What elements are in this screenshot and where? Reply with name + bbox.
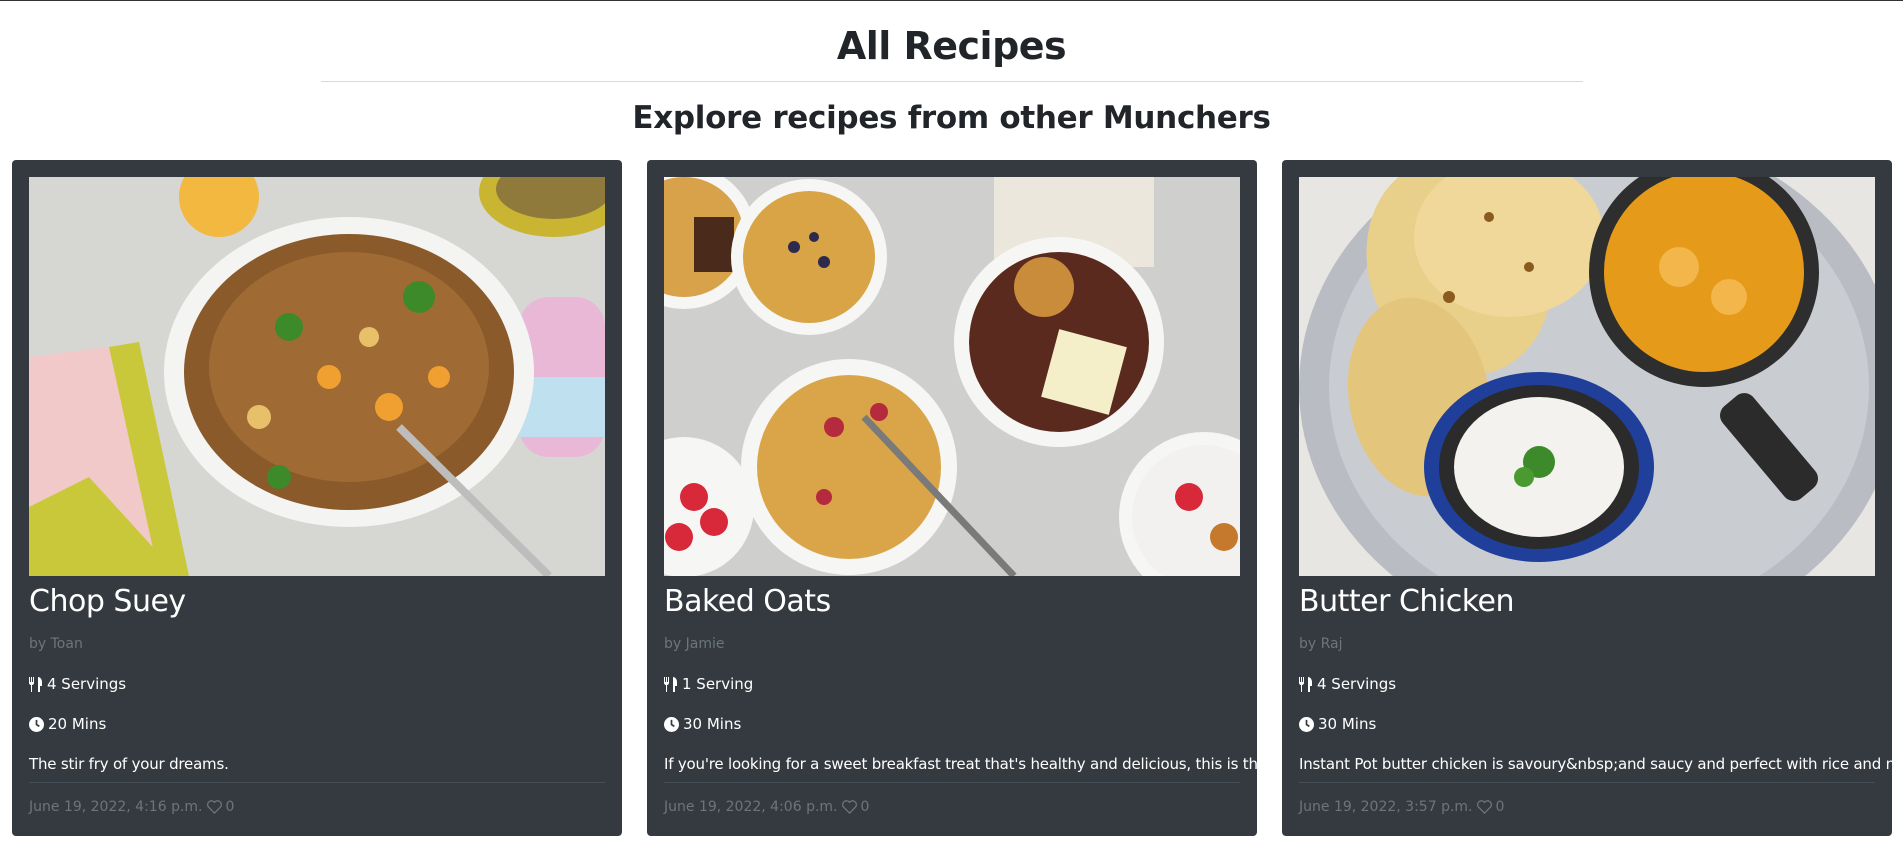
recipe-title[interactable]: Chop Suey [29, 582, 605, 622]
recipe-time: 30 Mins [1299, 714, 1875, 734]
recipe-time: 20 Mins [29, 714, 605, 734]
heart-outline-icon[interactable] [841, 800, 857, 814]
servings-label: 4 Servings [47, 675, 127, 693]
recipe-card[interactable]: Baked Oats by Jamie 1 Serving 30 Mins If… [647, 160, 1304, 836]
recipe-description: The stir fry of your dreams. [29, 755, 229, 773]
time-label: 30 Mins [683, 715, 742, 733]
utensils-icon [29, 676, 43, 692]
recipe-image[interactable] [664, 177, 1240, 576]
time-label: 30 Mins [1318, 715, 1377, 733]
heart-outline-icon[interactable] [1476, 800, 1492, 814]
clock-icon [1299, 716, 1314, 732]
recipe-servings: 4 Servings [29, 674, 605, 694]
recipe-description: If you're looking for a sweet breakfast … [664, 755, 1304, 773]
recipe-image[interactable] [1299, 177, 1875, 576]
recipe-card-list: Chop Suey by Toan 4 Servings 20 Mins The… [12, 160, 1903, 836]
recipe-author: by Jamie [664, 636, 725, 652]
recipe-title[interactable]: Butter Chicken [1299, 582, 1875, 622]
title-divider [320, 81, 1583, 82]
recipe-author: by Toan [29, 636, 83, 652]
recipe-description: Instant Pot butter chicken is savoury&nb… [1299, 755, 1903, 773]
page-subtitle: Explore recipes from other Munchers [632, 100, 1271, 136]
like-count: 0 [1495, 799, 1505, 815]
top-border [0, 0, 1903, 1]
recipe-footer: June 19, 2022, 3:57 p.m. 0 [1299, 782, 1875, 815]
heart-outline-icon[interactable] [206, 800, 222, 814]
recipe-footer: June 19, 2022, 4:06 p.m. 0 [664, 782, 1240, 815]
recipe-card[interactable]: Chop Suey by Toan 4 Servings 20 Mins The… [12, 160, 622, 836]
recipe-title[interactable]: Baked Oats [664, 582, 1240, 622]
recipe-servings: 4 Servings [1299, 674, 1875, 694]
servings-label: 4 Servings [1317, 675, 1397, 693]
clock-icon [29, 716, 44, 732]
utensils-icon [664, 676, 678, 692]
clock-icon [664, 716, 679, 732]
recipe-card[interactable]: Butter Chicken by Raj 4 Servings 30 Mins… [1282, 160, 1903, 836]
recipe-date: June 19, 2022, 4:06 p.m. [664, 799, 838, 815]
time-label: 20 Mins [48, 715, 107, 733]
recipe-image[interactable] [29, 177, 605, 576]
like-count: 0 [225, 799, 235, 815]
like-count: 0 [860, 799, 870, 815]
recipe-servings: 1 Serving [664, 674, 1240, 694]
recipe-author: by Raj [1299, 636, 1343, 652]
recipe-footer: June 19, 2022, 4:16 p.m. 0 [29, 782, 605, 815]
servings-label: 1 Serving [682, 675, 754, 693]
utensils-icon [1299, 676, 1313, 692]
recipe-time: 30 Mins [664, 714, 1240, 734]
recipe-date: June 19, 2022, 3:57 p.m. [1299, 799, 1473, 815]
recipe-date: June 19, 2022, 4:16 p.m. [29, 799, 203, 815]
page-title: All Recipes [836, 24, 1067, 68]
